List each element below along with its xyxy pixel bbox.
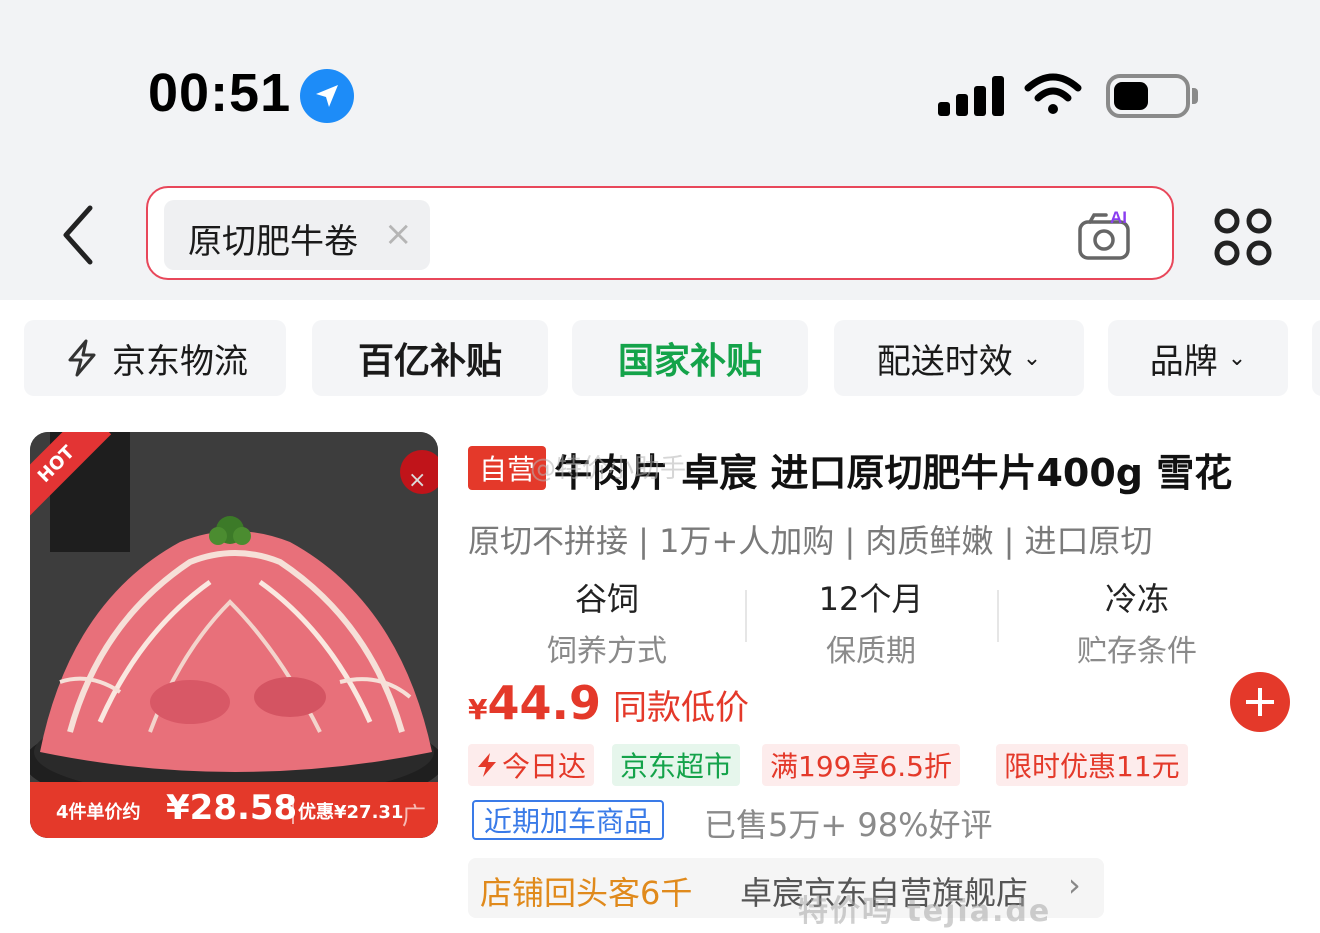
product-price: 44.9 bbox=[487, 676, 601, 730]
weibo-watermark: @特价小助手 bbox=[530, 454, 687, 484]
battery-tip bbox=[1192, 88, 1198, 104]
svg-text:AI: AI bbox=[1110, 208, 1127, 227]
product-image[interactable]: HOT × 4件单价约 ¥28.58 优惠¥27.31 广告 bbox=[30, 432, 438, 838]
beef-slices-image bbox=[30, 432, 438, 838]
filter-label: 配送时效 bbox=[876, 341, 1013, 382]
chevron-down-icon: ⌄ bbox=[1227, 345, 1247, 371]
chevron-right-icon: › bbox=[1068, 866, 1081, 904]
close-icon[interactable]: × bbox=[408, 468, 426, 493]
tag-label: 今日达 bbox=[502, 750, 587, 783]
price-note: 同款低价 bbox=[612, 688, 749, 728]
price-row: ¥44.9 同款低价 bbox=[468, 676, 749, 736]
tag-discount: 满199享6.5折 bbox=[762, 744, 960, 786]
cellular-signal-icon bbox=[938, 76, 1004, 116]
spec-key: 贮存条件 bbox=[1077, 634, 1197, 669]
filter-national-subsidy[interactable]: 国家补贴 bbox=[572, 320, 808, 396]
wifi-icon bbox=[1024, 73, 1082, 114]
spec-feeding: 谷饲 饲养方式 bbox=[482, 574, 732, 670]
search-keyword-chip[interactable]: 原切肥牛卷 × bbox=[164, 200, 430, 270]
tag-jd-supermarket: 京东超市 bbox=[612, 744, 741, 786]
filter-subsidy[interactable]: 百亿补贴 bbox=[312, 320, 548, 396]
lightning-icon bbox=[68, 339, 96, 377]
shop-repeat-customers: 店铺回头客6千 bbox=[480, 874, 693, 912]
spec-value: 谷饲 bbox=[574, 580, 639, 618]
filter-label: 京东物流 bbox=[112, 341, 248, 382]
tag-today-delivery: 今日达 bbox=[468, 744, 595, 786]
spec-value: 冷冻 bbox=[1104, 580, 1169, 618]
spec-key: 保质期 bbox=[826, 634, 916, 669]
filter-label: 百亿补贴 bbox=[357, 341, 502, 382]
spec-shelf-life: 12个月 保质期 bbox=[746, 574, 996, 670]
spec-storage: 冷冻 贮存条件 bbox=[1012, 574, 1262, 670]
spec-key: 饲养方式 bbox=[547, 634, 667, 669]
more-menu-icon[interactable] bbox=[1212, 206, 1274, 268]
top-header: 00:51 原切肥牛卷 × AI bbox=[0, 0, 1320, 300]
sales-and-rating: 已售5万+ 98%好评 bbox=[704, 806, 993, 844]
recent-cart-tag: 近期加车商品 bbox=[472, 800, 665, 840]
chevron-down-icon: ⌄ bbox=[1022, 345, 1042, 371]
filter-label: 国家补贴 bbox=[617, 341, 762, 382]
filter-delivery-time[interactable]: 配送时效 ⌄ bbox=[834, 320, 1084, 396]
filter-jd-logistics[interactable]: 京东物流 bbox=[24, 320, 286, 396]
filter-label: 品牌 bbox=[1149, 341, 1218, 382]
clear-keyword-button[interactable]: × bbox=[384, 214, 413, 254]
band-divider bbox=[292, 796, 294, 824]
spec-divider bbox=[997, 590, 999, 642]
bulk-unit-price: ¥28.58 bbox=[166, 788, 298, 828]
ad-label: 广告 bbox=[402, 802, 426, 838]
filter-more[interactable] bbox=[1312, 320, 1320, 396]
status-time: 00:51 bbox=[148, 63, 292, 123]
search-bar[interactable]: 原切肥牛卷 × AI bbox=[146, 186, 1174, 280]
add-to-cart-button[interactable] bbox=[1230, 672, 1290, 732]
spec-value: 12个月 bbox=[818, 580, 924, 618]
filter-brand[interactable]: 品牌 ⌄ bbox=[1108, 320, 1288, 396]
bulk-price-band: 4件单价约 ¥28.58 优惠¥27.31 广告 bbox=[30, 782, 438, 838]
bulk-price-label: 4件单价约 bbox=[56, 802, 141, 823]
site-watermark: 特价吗 tejia.de bbox=[798, 894, 1052, 929]
product-features: 原切不拼接 | 1万+人加购 | 肉质鲜嫩 | 进口原切 bbox=[468, 522, 1153, 560]
currency-symbol: ¥ bbox=[468, 693, 488, 726]
ai-camera-icon[interactable]: AI bbox=[1076, 206, 1136, 266]
battery-icon bbox=[1106, 74, 1190, 118]
lightning-icon bbox=[478, 753, 496, 777]
bulk-discount: 优惠¥27.31 bbox=[298, 802, 404, 823]
tag-limited-offer: 限时优惠11元 bbox=[996, 744, 1188, 786]
back-button[interactable] bbox=[56, 200, 100, 270]
location-arrow-icon bbox=[300, 69, 354, 123]
chevron-left-icon bbox=[63, 205, 93, 265]
search-keyword: 原切肥牛卷 bbox=[188, 222, 358, 262]
